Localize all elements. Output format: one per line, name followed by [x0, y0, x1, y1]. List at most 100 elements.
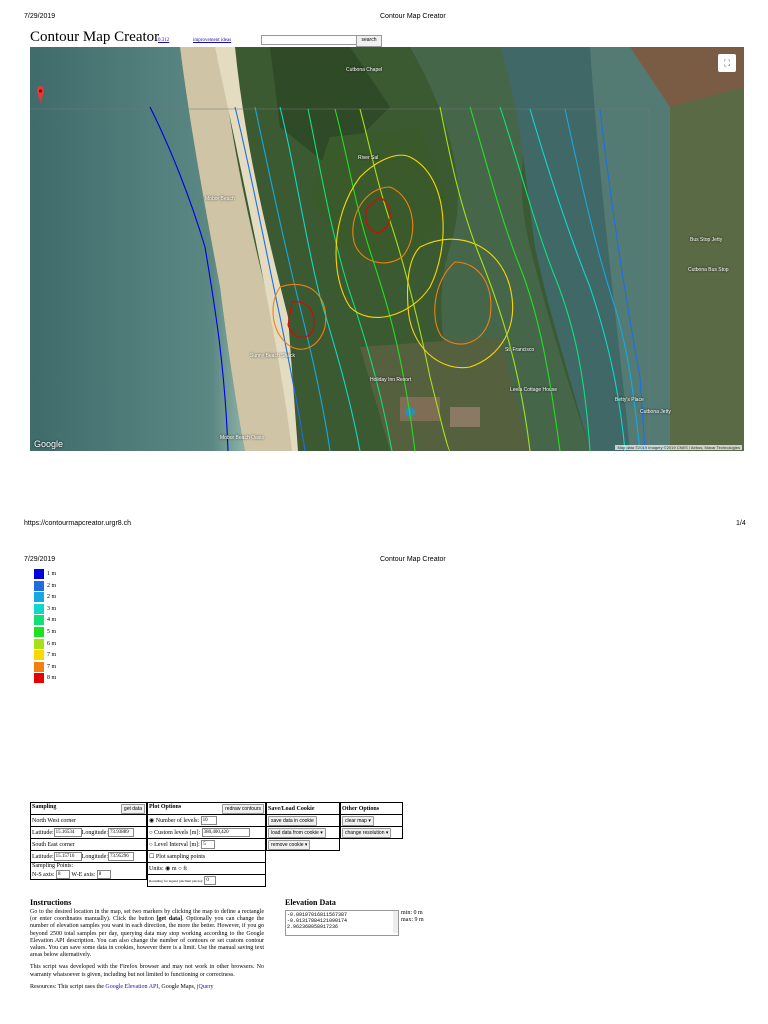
map-label-bus-stop: Cutbona Bus Stop — [688, 267, 729, 273]
legend-item: 5 m — [34, 627, 56, 637]
plot-options-title: Plot Options — [149, 803, 182, 810]
map-label-francisco: St. Francisco — [505, 347, 535, 353]
print-doc-title: Contour Map Creator — [380, 13, 446, 20]
legend-swatch — [34, 661, 44, 672]
map-label-bus-jetty: Bus Stop Jetty — [690, 237, 723, 243]
load-cookie-label: load data from cookie — [271, 829, 319, 836]
map-label-house: Leela Cottage House — [510, 387, 557, 393]
legend-item: 2 m — [34, 592, 57, 603]
map-label-resort: Holiday Inn Resort — [370, 377, 412, 383]
we-axis-input[interactable]: 8 — [96, 869, 111, 879]
legend-item: 6 m — [34, 638, 56, 649]
legend-label: 3 m — [47, 605, 57, 612]
legend-label: 4 m — [47, 617, 57, 624]
legend-swatch — [34, 592, 44, 603]
print-page-number: 1/4 — [736, 520, 746, 527]
legend-swatch — [34, 603, 44, 614]
improvement-ideas-link[interactable]: improvement ideas — [193, 38, 231, 43]
units-label: Units: — [149, 866, 164, 872]
redraw-contours-button[interactable]: redraw contours — [222, 803, 264, 814]
se-lat-label: Latitude: — [32, 853, 54, 860]
ns-axis-input[interactable]: 8 — [56, 869, 70, 879]
nw-lng-input[interactable]: 73.93889 — [108, 828, 135, 837]
instructions-section: Instructions Go to the desired location … — [30, 898, 264, 991]
level-interval-radio[interactable]: ○ — [149, 842, 153, 848]
map-attribution[interactable]: Map data ©2019 Imagery ©2019 CNES / Airb… — [615, 445, 742, 450]
elevation-data-title: Elevation Data — [285, 898, 336, 907]
se-corner-label: South East corner — [30, 838, 147, 851]
legend-label: 8 m — [47, 675, 57, 682]
change-resolution-label: change resolution — [345, 829, 385, 836]
elevation-min: min: 0 m — [401, 910, 423, 916]
unit-m-radio[interactable]: ◉ — [165, 866, 170, 872]
map-label-place: Betty's Place — [615, 397, 644, 403]
instructions-paragraph-3: Resources: This script uses the Google E… — [30, 983, 214, 990]
sampling-title: Sampling — [32, 803, 57, 810]
change-resolution-select[interactable]: change resolution ▾ — [342, 827, 392, 838]
we-axis-label: W-E axis: — [71, 871, 96, 878]
textarea-scrollbar[interactable] — [393, 911, 398, 933]
version-link[interactable]: 0.312 — [158, 38, 169, 43]
legend-item: 3 m — [34, 603, 57, 614]
load-cookie-select[interactable]: load data from cookie ▾ — [268, 827, 326, 838]
get-data-button[interactable]: get data — [120, 803, 145, 814]
sampling-table: Sampling get data North West corner Lati… — [30, 802, 147, 880]
instructions-paragraph-1: Go to the desired location in the map, s… — [30, 909, 264, 959]
legend-swatch — [34, 627, 44, 637]
map-label-shack: Sunny Beach Shack — [250, 353, 296, 359]
legend-swatch — [34, 673, 44, 684]
fullscreen-icon[interactable]: ⛶ — [718, 54, 736, 72]
map-view[interactable]: ⛶ Cutbona Chapel Mobor Beach Sunny Beach… — [30, 47, 744, 451]
level-interval-label: Level Interval [m]: — [154, 841, 200, 848]
search-button[interactable]: search — [356, 35, 382, 47]
se-lng-label: Longitude: — [81, 853, 109, 860]
save-load-title: Save/Load Cookie — [268, 805, 315, 812]
rounding-input[interactable]: 0 — [204, 876, 217, 885]
nw-lng-label: Longitude: — [81, 829, 109, 836]
rounding-label: Rounding for legend (decimal places): — [149, 878, 203, 883]
se-lat-input[interactable]: 15.15716 — [53, 852, 82, 861]
se-lng-input[interactable]: 73.95296 — [108, 852, 135, 861]
search-input[interactable] — [261, 35, 357, 45]
legend-label: 7 m — [47, 652, 57, 659]
legend-swatch — [34, 638, 44, 649]
unit-ft-label: ft — [183, 866, 187, 872]
print-footer-url: https://contourmapcreator.urgr8.ch — [24, 520, 131, 527]
num-levels-radio[interactable]: ◉ — [149, 818, 154, 824]
print-doc-title-2: Contour Map Creator — [380, 556, 446, 563]
custom-levels-input[interactable]: 380,400,420 — [201, 828, 250, 837]
remove-cookie-select[interactable]: remove cookie ▾ — [268, 839, 311, 850]
legend-label: 2 m — [47, 582, 57, 589]
remove-cookie-label: remove cookie — [271, 841, 304, 848]
other-options-table: Other Options clear map ▾ change resolut… — [340, 802, 403, 839]
elevation-api-link[interactable]: Google Elevation API — [105, 984, 158, 990]
legend-item: 2 m — [34, 580, 57, 591]
save-cookie-button[interactable]: save data in cookie — [268, 815, 317, 826]
clear-map-select[interactable]: clear map ▾ — [342, 815, 374, 826]
elevation-data-section: Elevation Data -0.09107016811567387 -0.0… — [285, 898, 424, 936]
plot-points-checkbox[interactable]: ☐ — [149, 854, 154, 860]
print-date-2: 7/29/2019 — [24, 556, 56, 563]
other-options-title: Other Options — [342, 805, 380, 812]
jquery-link[interactable]: jQuery — [197, 984, 214, 990]
legend-swatch — [34, 569, 44, 579]
save-load-table: Save/Load Cookie save data in cookie loa… — [266, 802, 340, 851]
num-levels-input[interactable]: 10 — [200, 816, 217, 825]
custom-levels-radio[interactable]: ○ — [149, 830, 153, 836]
plot-points-label: Plot sampling points — [155, 854, 206, 860]
legend-item: 1 m — [34, 569, 56, 579]
elevation-data-textarea[interactable]: -0.09107016811567387 -0.0131788412109017… — [285, 910, 399, 936]
legend-label: 2 m — [47, 594, 57, 601]
print-date: 7/29/2019 — [24, 13, 56, 20]
map-label-beach: Mobor Beach — [205, 196, 235, 202]
level-interval-input[interactable]: 5 — [201, 840, 216, 849]
unit-ft-radio[interactable]: ○ — [178, 866, 182, 872]
elevation-max: max: 9 m — [401, 917, 424, 923]
elevation-line: 2.962368058917236 — [287, 924, 339, 930]
legend-item: 7 m — [34, 650, 57, 661]
legend-item: 8 m — [34, 673, 57, 684]
unit-m-label: m — [171, 866, 177, 872]
map-label-river: River Sal — [358, 155, 379, 161]
nw-lat-input[interactable]: 15.16534 — [53, 828, 82, 837]
custom-levels-label: Custom levels [m]: — [154, 829, 201, 836]
